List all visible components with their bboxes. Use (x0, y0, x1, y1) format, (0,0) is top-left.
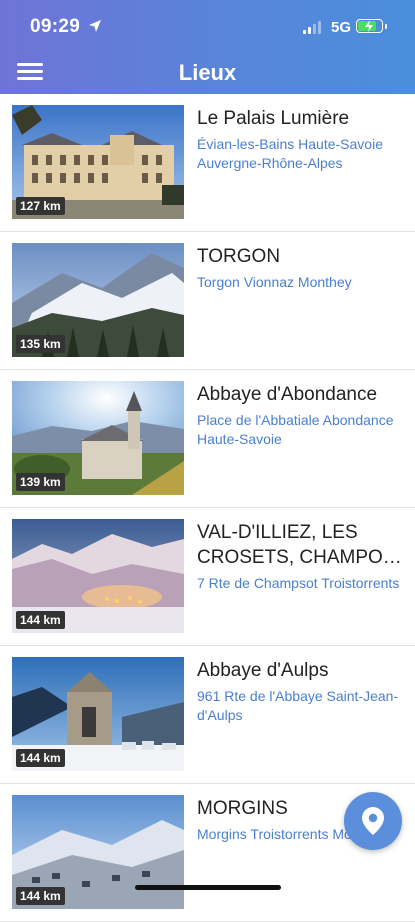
place-thumbnail: 139 km (12, 381, 184, 495)
place-thumbnail: 144 km (12, 795, 184, 909)
place-name: Abbaye d'Aulps (197, 660, 329, 681)
place-address[interactable]: Évian-les-Bains Haute-Savoie Auvergne-Rh… (197, 135, 407, 173)
map-button[interactable] (344, 792, 402, 850)
place-address[interactable]: 961 Rte de l'Abbaye Saint-Jean-d'Aulps (197, 687, 407, 725)
list-item[interactable]: 127 km Le Palais Lumière Évian-les-Bains… (0, 94, 415, 232)
place-address[interactable]: Place de l'Abbatiale Abondance Haute-Sav… (197, 411, 407, 449)
distance-badge: 135 km (16, 335, 65, 353)
place-name: Abbaye d'Abondance (197, 384, 378, 405)
place-thumbnail: 144 km (12, 519, 184, 633)
page-title: Lieux (178, 60, 237, 85)
place-address[interactable]: Torgon Vionnaz Monthey (197, 273, 407, 292)
distance-badge: 139 km (16, 473, 65, 491)
list-item[interactable]: 139 km Abbaye d'Abondance Place de l'Abb… (0, 370, 415, 508)
list-item[interactable]: 135 km TORGON Torgon Vionnaz Monthey (0, 232, 415, 370)
battery-icon (356, 19, 387, 33)
distance-badge: 144 km (16, 611, 65, 629)
list-item[interactable]: 144 km Abbaye d'Aulps 961 Rte de l'Abbay… (0, 646, 415, 784)
place-thumbnail: 127 km (12, 105, 184, 219)
network-label: 5G (331, 19, 352, 36)
place-thumbnail: 144 km (12, 657, 184, 771)
place-thumbnail: 135 km (12, 243, 184, 357)
signal-icon (303, 21, 321, 34)
distance-badge: 144 km (16, 749, 65, 767)
place-name: TORGON (197, 246, 281, 267)
distance-badge: 127 km (16, 197, 65, 215)
home-indicator[interactable] (135, 885, 281, 890)
list-item[interactable]: 144 km VAL-D'ILLIEZ, LES CROSETS, CHAMPO… (0, 508, 415, 646)
places-list: 127 km Le Palais Lumière Évian-les-Bains… (0, 94, 415, 922)
location-pin-icon (362, 807, 384, 835)
status-time: 09:29 (30, 16, 81, 37)
distance-badge: 144 km (16, 887, 65, 905)
place-name: Le Palais Lumière (197, 108, 350, 129)
place-name: VAL-D'ILLIEZ, LES CROSETS, CHAMPO… (197, 522, 402, 568)
app-header: 09:29 5G Lieux (0, 0, 415, 94)
location-arrow-icon (88, 19, 102, 38)
place-address[interactable]: 7 Rte de Champsot Troistorrents (197, 574, 407, 593)
